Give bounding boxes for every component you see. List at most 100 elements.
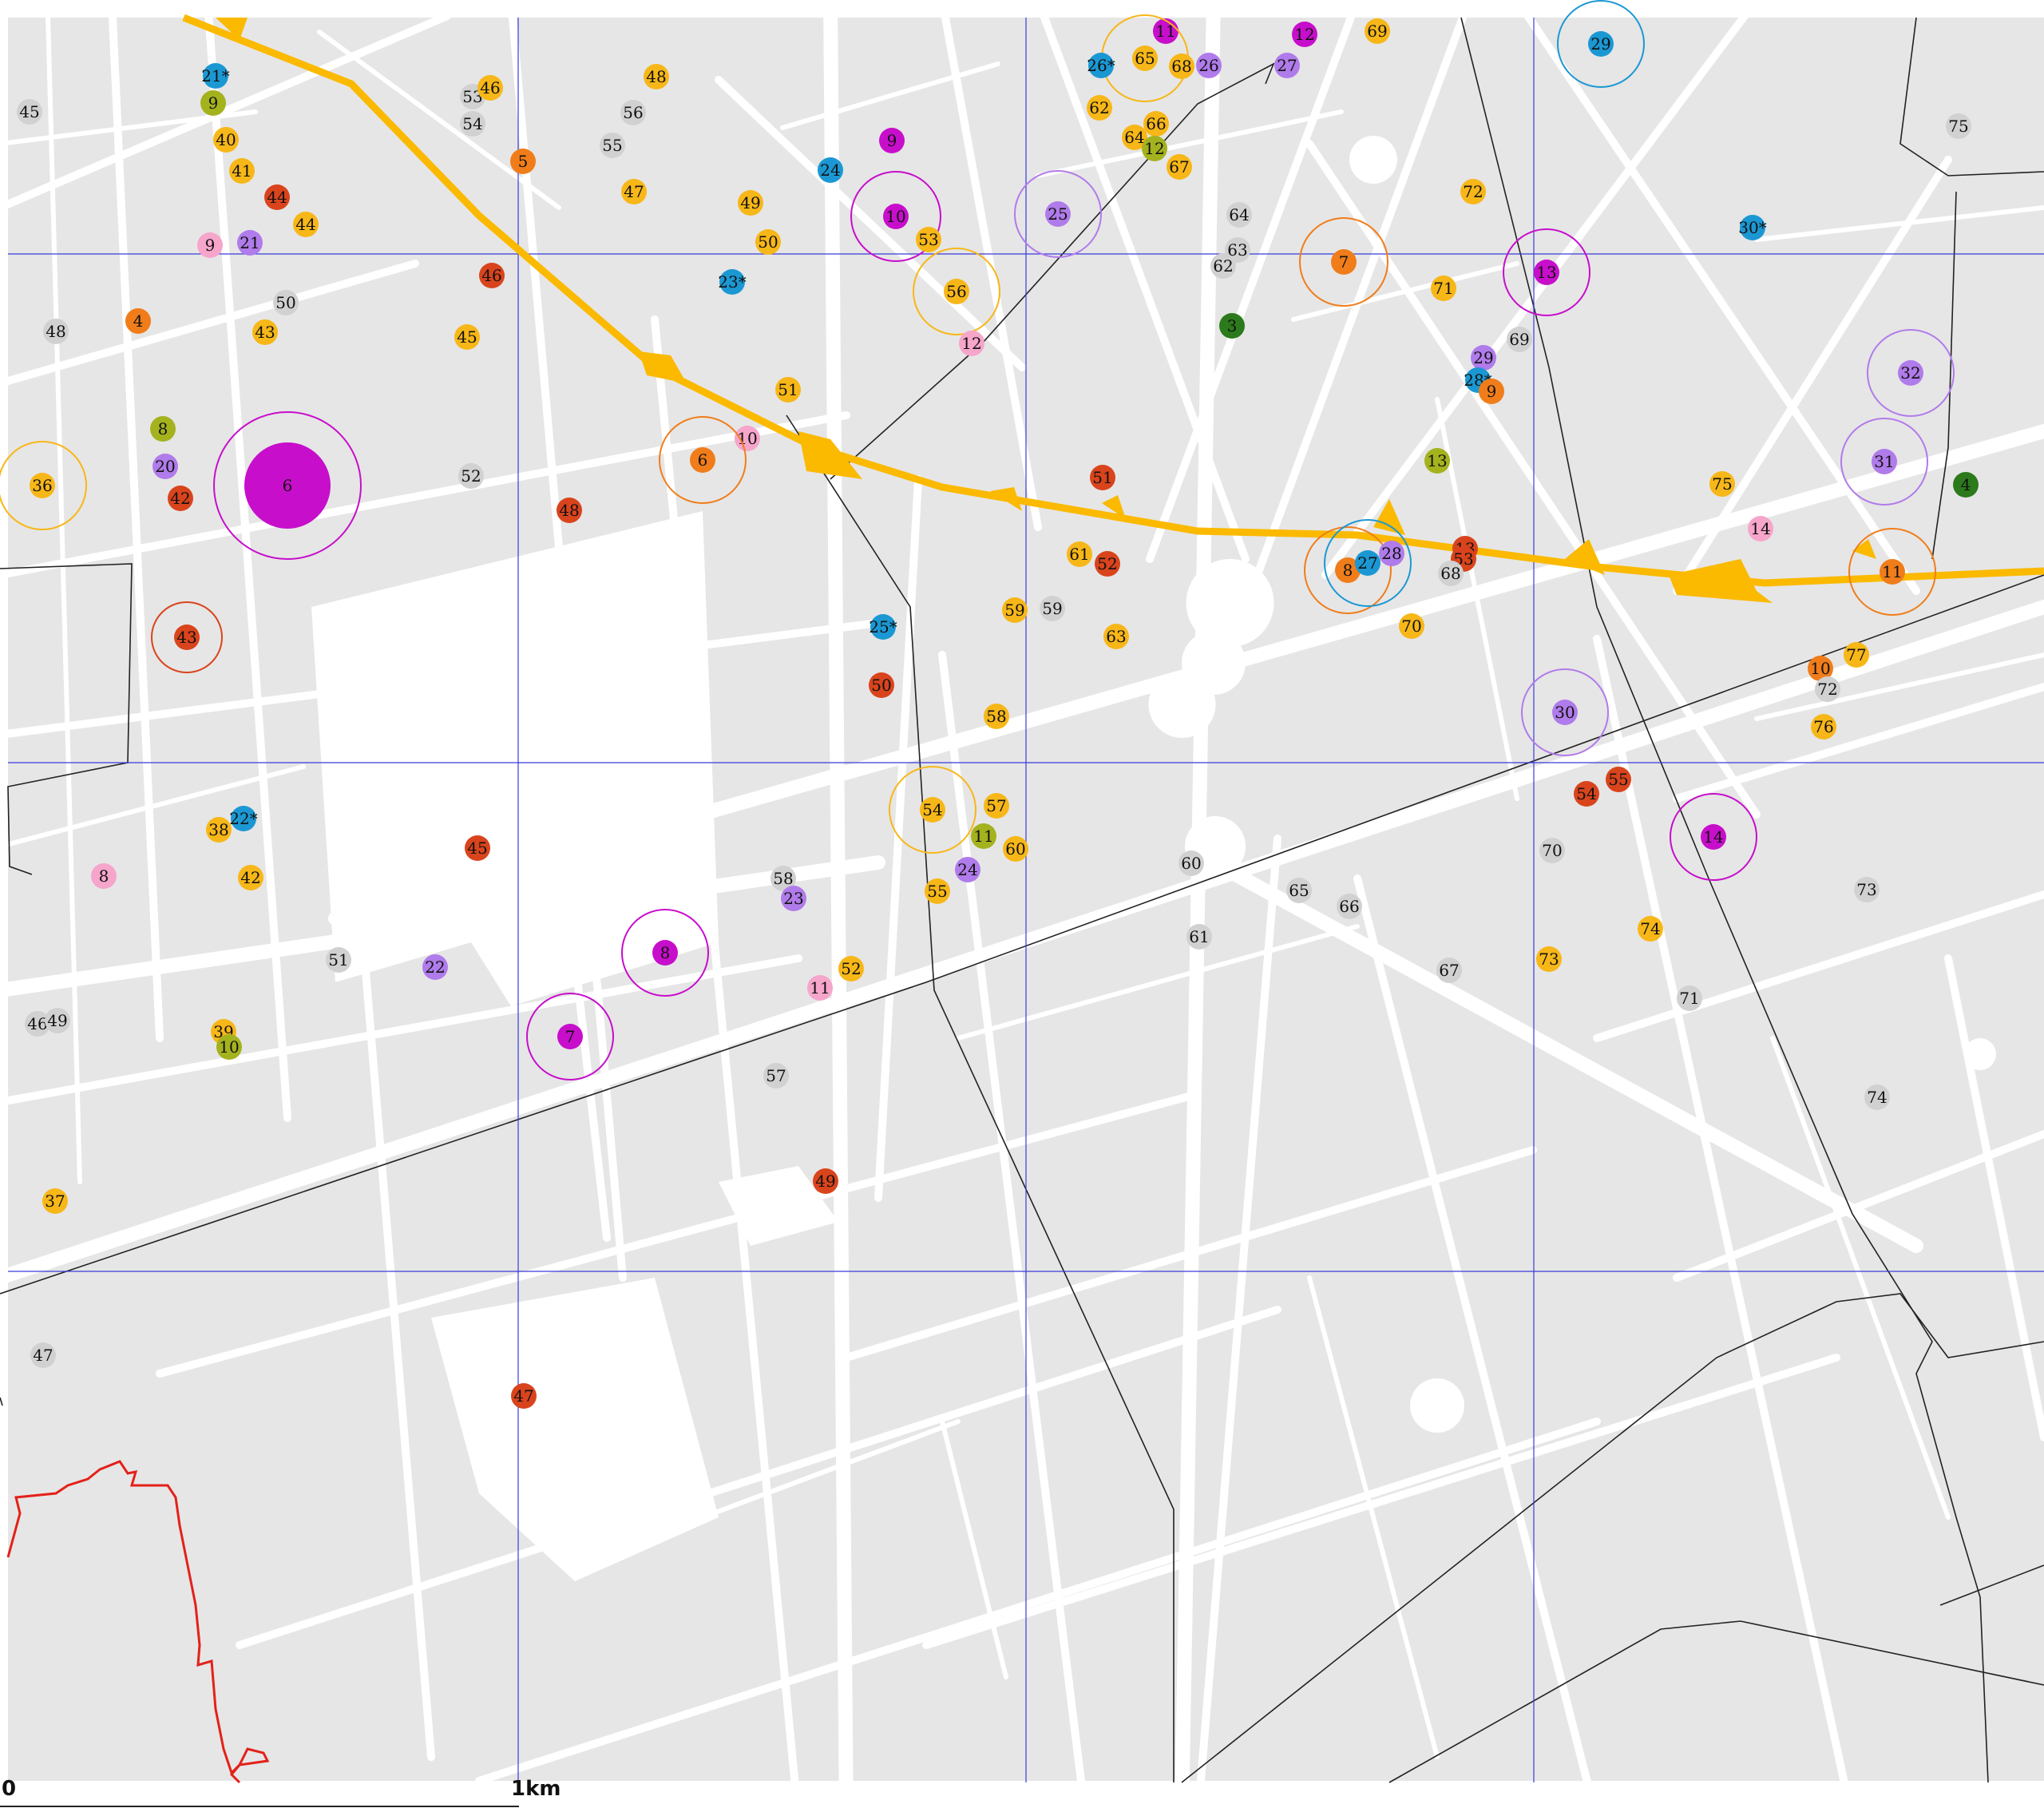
marker-label: 9 — [208, 93, 219, 113]
poi-marker: 63 — [1103, 624, 1129, 649]
marker-label: 66 — [1146, 114, 1166, 133]
marker-label: 48 — [46, 322, 65, 341]
marker-label: 69 — [1509, 330, 1529, 349]
marker-label: 50 — [758, 232, 778, 252]
poi-marker: 22 — [422, 954, 448, 980]
poi-marker: 75 — [1946, 113, 1971, 139]
marker-label: 27 — [1357, 553, 1377, 573]
poi-marker: 72 — [1460, 179, 1486, 204]
poi-marker: 41 — [229, 158, 255, 184]
poi-marker: 51 — [1090, 465, 1115, 490]
marker-label: 9 — [205, 236, 216, 255]
marker-label: 29 — [1473, 348, 1493, 367]
poi-marker: 23 — [781, 886, 806, 911]
marker-label: 13 — [1536, 263, 1556, 282]
marker-label: 47 — [33, 1346, 53, 1365]
marker-label: 9 — [887, 131, 897, 150]
poi-marker: 42 — [168, 486, 193, 511]
poi-marker: 23* — [718, 269, 747, 295]
marker-label: 54 — [922, 800, 942, 819]
poi-marker: 47 — [511, 1383, 537, 1409]
marker-label: 10 — [1810, 659, 1830, 678]
poi-marker: 53 — [916, 227, 941, 252]
poi-marker: 29 — [1471, 345, 1496, 371]
poi-marker: 55 — [600, 133, 625, 158]
poi-marker: 71 — [1431, 276, 1456, 301]
poi-marker: 54 — [1574, 781, 1599, 807]
marker-label: 37 — [45, 1192, 65, 1211]
marker-label: 57 — [986, 796, 1006, 815]
marker-label: 60 — [1005, 839, 1025, 858]
marker-label: 42 — [170, 489, 190, 508]
poi-marker: 14 — [1748, 516, 1773, 541]
poi-marker: 25* — [869, 614, 897, 640]
poi-marker: 62 — [1210, 253, 1236, 279]
poi-marker: 12 — [959, 331, 984, 356]
poi-marker: 64 — [1226, 202, 1252, 228]
poi-marker: 8 — [91, 863, 117, 889]
poi-marker: 52 — [838, 956, 864, 981]
marker-label: 32 — [1900, 363, 1920, 383]
marker-label: 12 — [961, 334, 981, 353]
marker-label: 59 — [1004, 601, 1024, 620]
poi-marker: 67 — [1436, 958, 1462, 983]
marker-label: 12 — [1294, 25, 1314, 44]
poi-marker: 72 — [1815, 676, 1840, 702]
poi-marker: 69 — [1365, 18, 1390, 44]
marker-label: 52 — [841, 959, 861, 978]
marker-label: 74 — [1867, 1088, 1887, 1107]
poi-marker: 21* — [201, 63, 230, 89]
poi-marker: 12 — [1142, 136, 1167, 161]
poi-marker: 52 — [458, 463, 484, 489]
scale-end-label: 1km — [511, 1777, 561, 1801]
marker-label: 45 — [457, 327, 477, 347]
map-canvas: 45 21* 9 40 41 44 44 9 21 50 48 4 43 53 46 54 48 56 55 5 47 4… — [0, 0, 2044, 1820]
marker-label: 61 — [1189, 927, 1209, 946]
poi-marker: 55 — [925, 878, 950, 904]
marker-label: 26* — [1087, 56, 1115, 75]
marker-label: 4 — [1961, 475, 1971, 494]
marker-label: 51 — [328, 950, 348, 969]
marker-label: 49 — [740, 193, 760, 212]
marker-label: 8 — [158, 419, 168, 438]
marker-label: 57 — [766, 1066, 786, 1085]
poi-marker: 70 — [1399, 613, 1424, 639]
poi-marker: 42 — [238, 865, 263, 890]
poi-marker: 77 — [1844, 642, 1869, 668]
poi-marker: 57 — [763, 1063, 789, 1088]
marker-label: 74 — [1640, 919, 1660, 938]
marker-label: 44 — [267, 188, 287, 207]
poi-marker: 58 — [984, 704, 1009, 729]
marker-label: 31 — [1874, 452, 1894, 471]
marker-label: 26 — [1198, 56, 1218, 75]
marker-label: 22* — [229, 809, 257, 828]
poi-marker: 4 — [1953, 472, 1979, 498]
marker-label: 67 — [1439, 961, 1459, 980]
marker-label: 70 — [1401, 617, 1421, 636]
poi-marker: 52 — [1095, 551, 1120, 577]
marker-label: 11 — [1882, 562, 1902, 581]
marker-label: 62 — [1213, 256, 1233, 276]
scale-start-label: 0 — [2, 1777, 17, 1801]
marker-label: 56 — [623, 103, 643, 122]
marker-label: 27 — [1277, 56, 1297, 75]
poi-marker: 22* — [229, 806, 258, 831]
poi-marker: 11 — [971, 823, 996, 849]
poi-marker: 28 — [1379, 541, 1404, 566]
poi-marker: 45 — [454, 324, 480, 350]
marker-label: 3 — [1227, 316, 1238, 335]
poi-marker: 56 — [620, 100, 646, 125]
marker-label: 51 — [1092, 468, 1112, 487]
marker-label: 59 — [1042, 599, 1062, 618]
marker-label: 45 — [467, 839, 487, 858]
marker-label: 45 — [19, 102, 39, 121]
marker-label: 66 — [1339, 897, 1359, 916]
marker-label: 48 — [559, 501, 579, 520]
poi-marker: 51 — [775, 377, 801, 402]
poi-marker: 48 — [557, 498, 582, 523]
poi-marker: 68 — [1169, 54, 1194, 79]
poi-marker: 48 — [644, 64, 669, 89]
poi-marker: 71 — [1677, 985, 1702, 1011]
marker-label: 55 — [1608, 770, 1628, 789]
poi-marker: 12 — [1292, 22, 1317, 47]
